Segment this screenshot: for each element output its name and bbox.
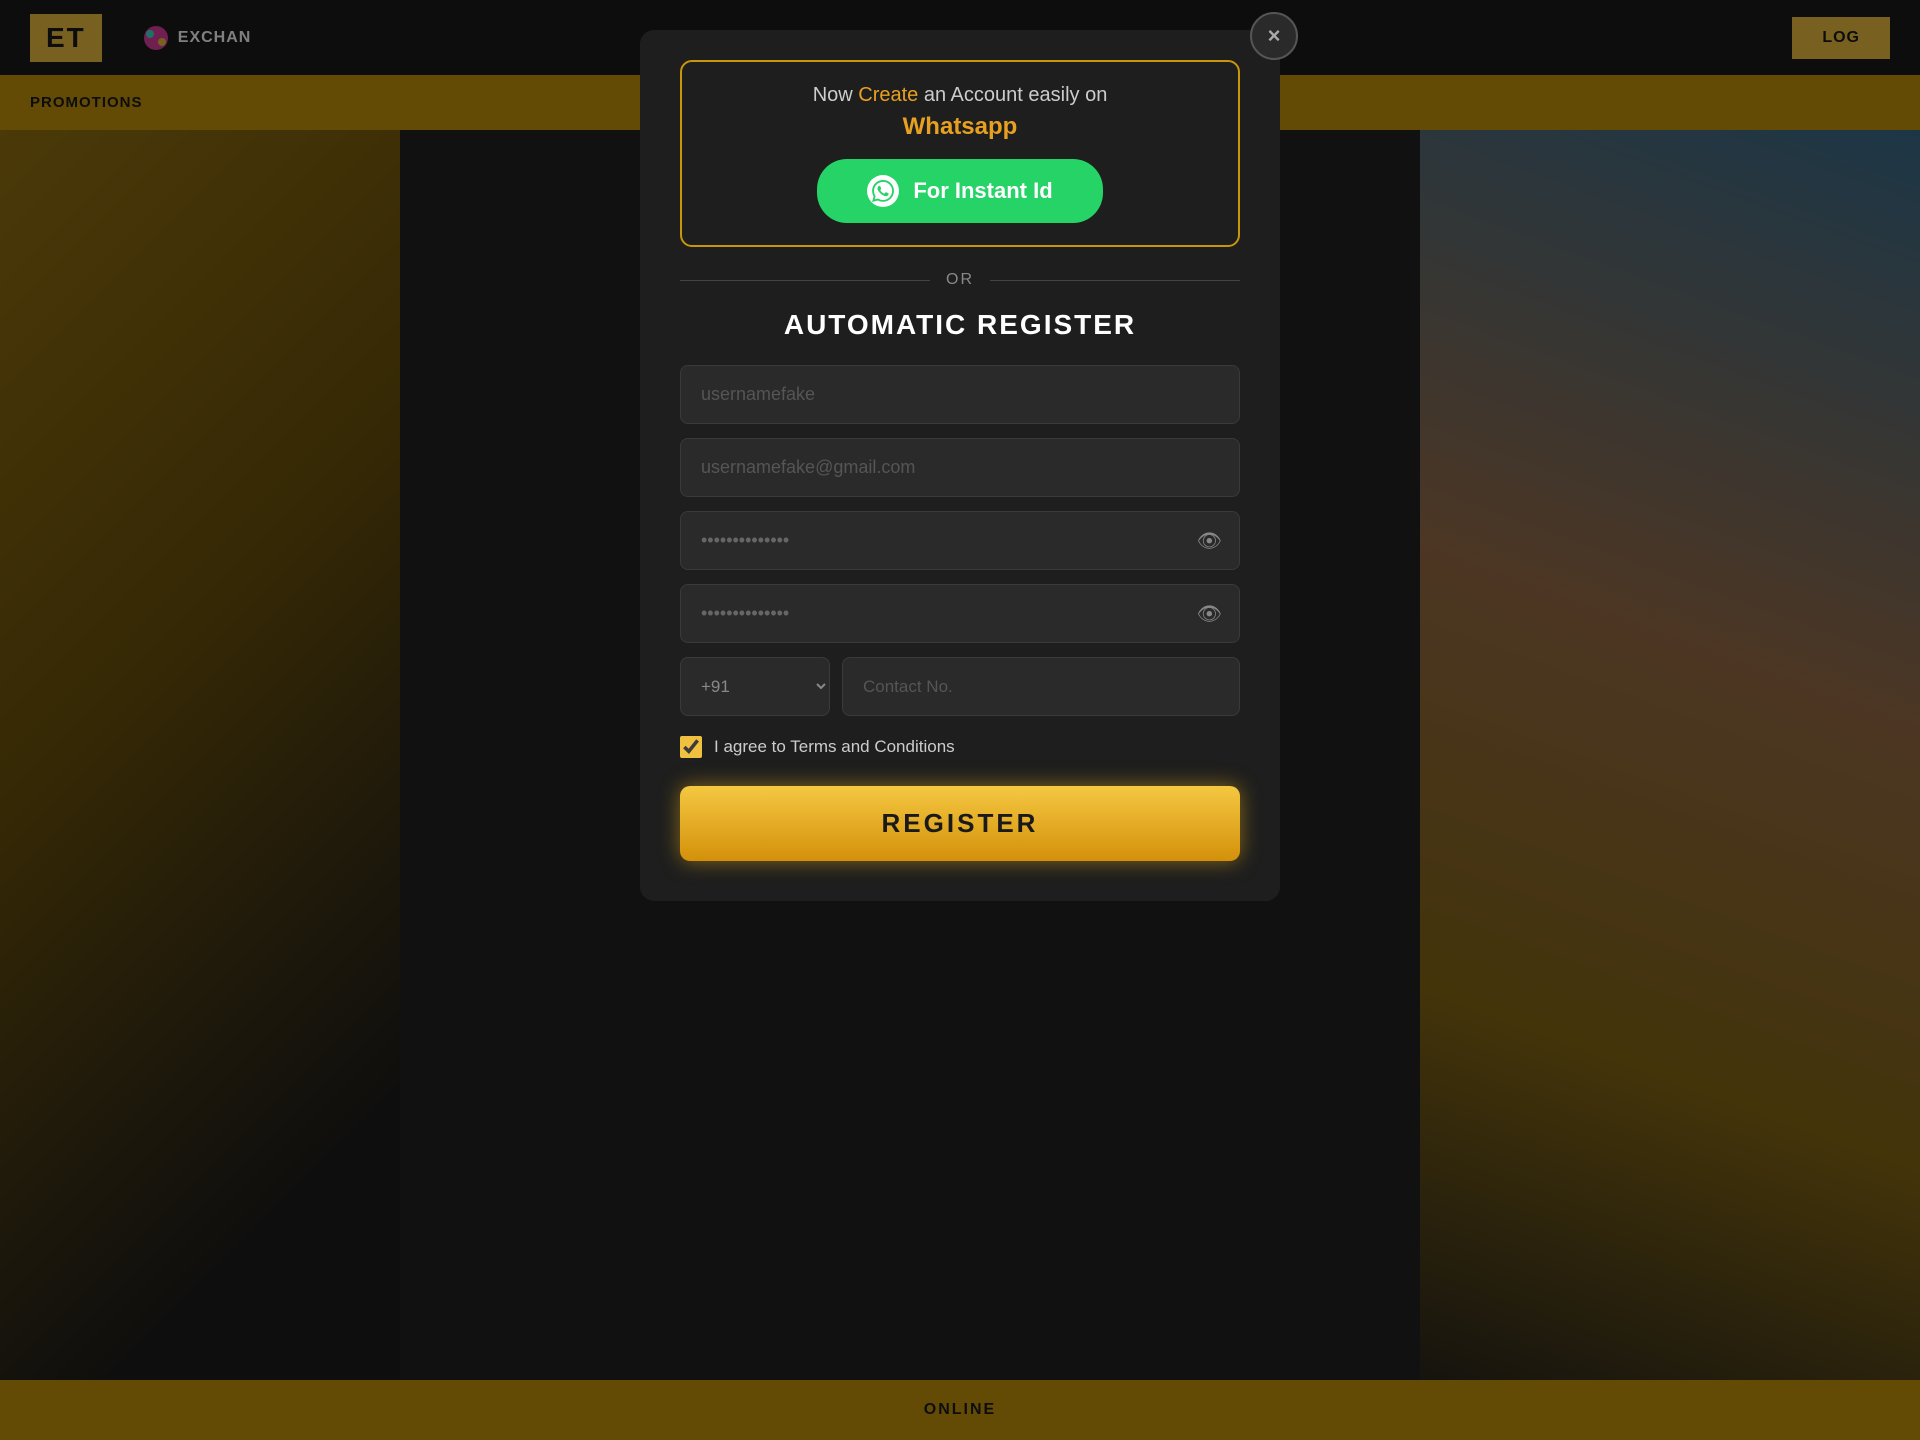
whatsapp-subtitle: Whatsapp — [706, 113, 1214, 141]
password-input[interactable] — [680, 511, 1240, 570]
confirm-password-eye-icon[interactable]: 👁 — [1197, 601, 1222, 626]
or-divider: OR — [680, 271, 1240, 289]
terms-label[interactable]: I agree to Terms and Conditions — [714, 737, 955, 757]
terms-checkbox[interactable] — [680, 736, 702, 758]
register-modal: × Now Create an Account easily on Whatsa… — [640, 30, 1280, 901]
whatsapp-title-highlight: Create — [858, 84, 918, 106]
close-icon: × — [1268, 23, 1281, 49]
password-wrapper: 👁 — [680, 511, 1240, 570]
confirm-password-wrapper: 👁 — [680, 584, 1240, 643]
country-code-select[interactable]: +91 +1 +44 — [680, 657, 830, 716]
or-line-right — [990, 280, 1240, 281]
confirm-password-input[interactable] — [680, 584, 1240, 643]
or-line-left — [680, 280, 930, 281]
password-eye-icon[interactable]: 👁 — [1197, 528, 1222, 553]
username-input[interactable] — [680, 365, 1240, 424]
whatsapp-title: Now Create an Account easily on — [706, 84, 1214, 107]
whatsapp-section: Now Create an Account easily on Whatsapp… — [680, 60, 1240, 247]
whatsapp-button-label: For Instant Id — [913, 178, 1052, 204]
register-button[interactable]: REGISTER — [680, 786, 1240, 861]
section-title: AUTOMATIC REGISTER — [680, 309, 1240, 341]
whatsapp-button[interactable]: For Instant Id — [817, 159, 1102, 223]
whatsapp-title-end: an Account easily on — [918, 84, 1107, 106]
phone-row: +91 +1 +44 — [680, 657, 1240, 716]
whatsapp-icon — [867, 175, 899, 207]
close-button[interactable]: × — [1250, 12, 1298, 60]
phone-input[interactable] — [842, 657, 1240, 716]
modal-overlay: × Now Create an Account easily on Whatsa… — [0, 0, 1920, 1440]
whatsapp-title-normal: Now — [813, 84, 859, 106]
terms-row: I agree to Terms and Conditions — [680, 736, 1240, 758]
email-input[interactable] — [680, 438, 1240, 497]
or-text: OR — [946, 271, 974, 289]
